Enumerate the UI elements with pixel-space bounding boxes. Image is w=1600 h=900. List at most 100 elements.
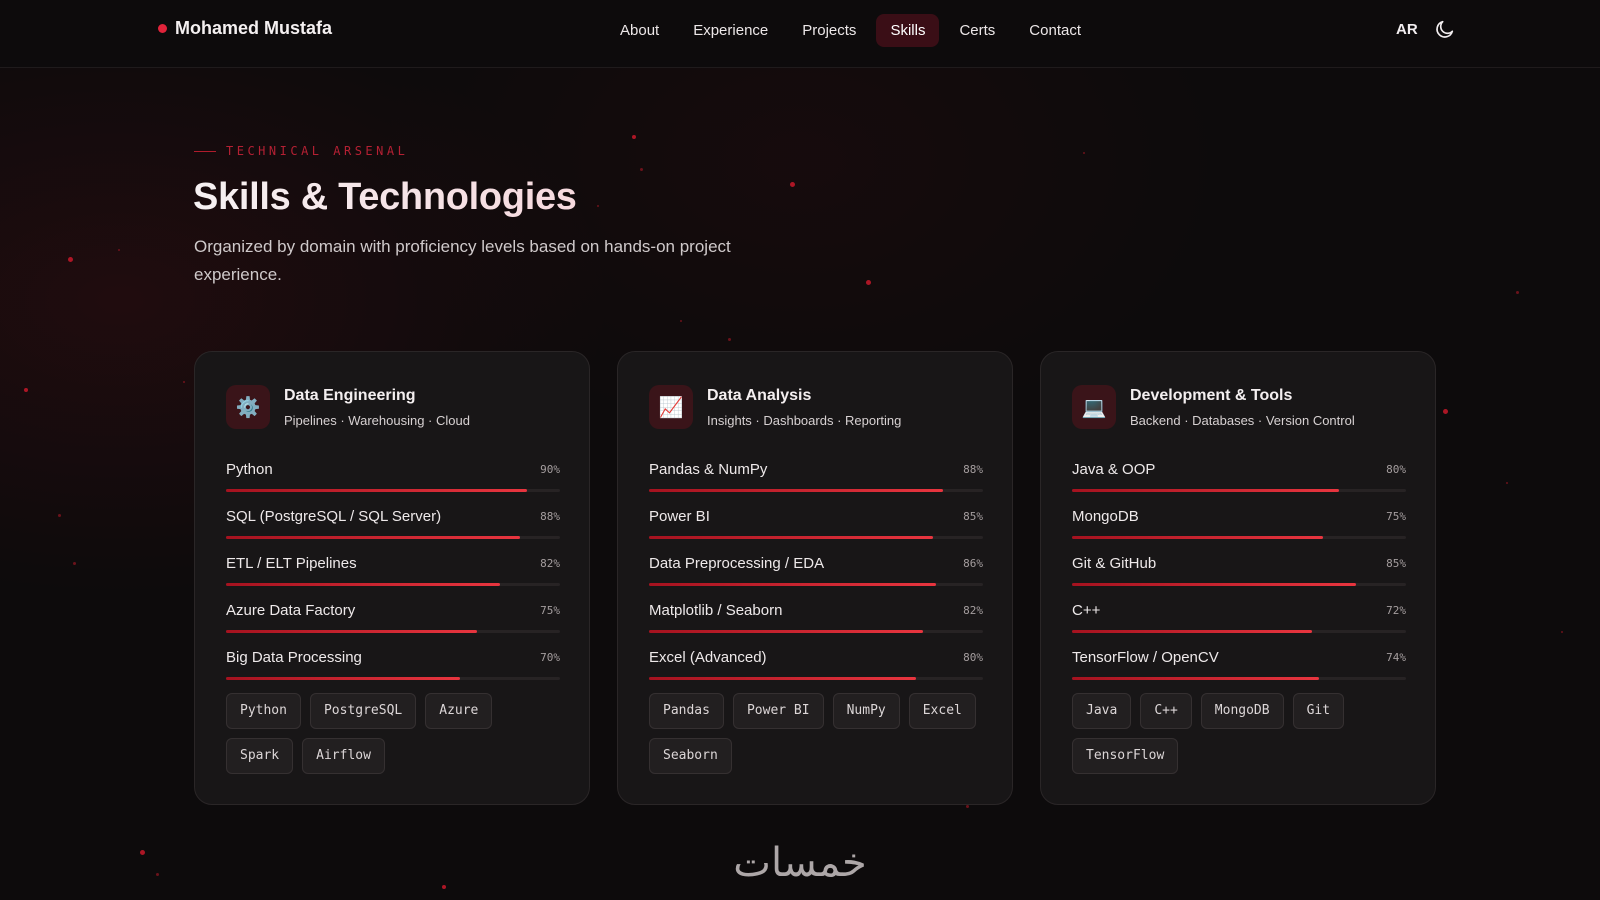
skill-name: Data Preprocessing / EDA	[649, 555, 825, 572]
progress-track	[1072, 583, 1406, 586]
tech-tag: C++	[1140, 693, 1192, 729]
skill-percent: 75%	[1386, 510, 1406, 523]
skill-percent: 82%	[540, 557, 560, 570]
card-subtitle: Insights · Dashboards · Reporting	[707, 413, 902, 428]
laptop-icon: 💻	[1072, 385, 1116, 429]
skill-percent: 90%	[540, 463, 560, 476]
skill-row: Data Preprocessing / EDA 86%	[649, 555, 983, 602]
skill-name: TensorFlow / OpenCV	[1072, 649, 1219, 666]
brand[interactable]: Mohamed Mustafa	[158, 18, 332, 39]
skill-percent: 75%	[540, 604, 560, 617]
skill-row: Java & OOP 80%	[1072, 461, 1406, 508]
khamsat-watermark-logo: خمسات	[733, 840, 866, 886]
progress-fill	[649, 583, 937, 586]
particle-dot	[597, 205, 599, 207]
moon-icon[interactable]	[1434, 18, 1456, 40]
progress-fill	[1072, 489, 1340, 492]
progress-fill	[226, 630, 477, 633]
skill-card-data-analysis: 📈 Data Analysis Insights · Dashboards · Re…	[617, 351, 1013, 805]
tech-tag: TensorFlow	[1072, 738, 1179, 774]
tech-tag: Python	[226, 693, 301, 729]
skill-percent: 88%	[540, 510, 560, 523]
card-header: 💻 Development & Tools Backend · Databases …	[1072, 385, 1355, 429]
particle-dot	[1506, 482, 1508, 484]
skill-row: Azure Data Factory 75%	[226, 602, 560, 649]
skill-card-development-tools: 💻 Development & Tools Backend · Databases …	[1040, 351, 1436, 805]
nav-actions: AR	[1396, 18, 1456, 40]
particle-dot	[640, 168, 643, 171]
card-header: ⚙️ Data Engineering Pipelines · Warehousin…	[226, 385, 470, 429]
particle-dot	[1083, 152, 1085, 154]
skill-row: MongoDB 75%	[1072, 508, 1406, 555]
progress-track	[649, 536, 983, 539]
page-subtitle: Organized by domain with proficiency lev…	[194, 237, 731, 284]
progress-fill	[649, 677, 917, 680]
skill-name: Git & GitHub	[1072, 555, 1157, 572]
tech-tag: Seaborn	[649, 738, 732, 774]
nav-link-about[interactable]: About	[606, 14, 673, 47]
card-heading: Development & Tools Backend · Databases ·…	[1130, 385, 1355, 429]
skill-row: Matplotlib / Seaborn 82%	[649, 602, 983, 649]
chart-icon: 📈	[649, 385, 693, 429]
nav-link-experience[interactable]: Experience	[679, 14, 782, 47]
language-toggle[interactable]: AR	[1396, 21, 1418, 38]
skill-percent: 85%	[1386, 557, 1406, 570]
particle-dot	[1443, 409, 1448, 414]
brand-dot	[158, 24, 167, 33]
skill-percent: 86%	[963, 557, 983, 570]
skill-name: Excel (Advanced)	[649, 649, 767, 666]
tech-tag: Git	[1292, 693, 1345, 729]
skill-percent: 80%	[963, 651, 983, 664]
progress-track	[1072, 630, 1406, 633]
skill-row: ETL / ELT Pipelines 82%	[226, 555, 560, 602]
particle-dot	[140, 850, 145, 855]
particle-dot	[680, 320, 682, 322]
skill-list: Python 90% SQL (PostgreSQL / SQL Server) 88…	[226, 461, 560, 696]
nav-link-certs[interactable]: Certs	[945, 14, 1009, 47]
skill-row: Power BI 85%	[649, 508, 983, 555]
skill-row: Git & GitHub 85%	[1072, 555, 1406, 602]
skill-name: MongoDB	[1072, 508, 1139, 525]
particle-dot	[1561, 631, 1563, 633]
skill-name: SQL (PostgreSQL / SQL Server)	[226, 508, 442, 525]
particle-dot	[58, 514, 61, 517]
tag-list: Pandas Power BI NumPy Excel Seaborn	[649, 693, 989, 774]
tag-list: Python PostgreSQL Azure Spark Airflow	[226, 693, 566, 774]
gear-icon: ⚙️	[226, 385, 270, 429]
tech-tag: Excel	[908, 693, 976, 729]
nav-link-contact[interactable]: Contact	[1015, 14, 1095, 47]
card-header: 📈 Data Analysis Insights · Dashboards · Re…	[649, 385, 901, 429]
tech-tag: Airflow	[302, 738, 385, 774]
particle-dot	[73, 562, 76, 565]
skill-row: Pandas & NumPy 88%	[649, 461, 983, 508]
particle-dot	[966, 805, 969, 808]
nav-link-projects[interactable]: Projects	[788, 14, 870, 47]
progress-track	[1072, 536, 1406, 539]
skill-card-data-engineering: ⚙️ Data Engineering Pipelines · Warehousin…	[194, 351, 590, 805]
skill-row: C++ 72%	[1072, 602, 1406, 649]
skill-name: ETL / ELT Pipelines	[226, 555, 357, 572]
particle-dot	[790, 182, 795, 187]
progress-fill	[1072, 630, 1313, 633]
progress-fill	[1072, 677, 1320, 680]
progress-track	[226, 536, 560, 539]
skill-row: TensorFlow / OpenCV 74%	[1072, 649, 1406, 696]
card-title: Data Analysis	[707, 387, 812, 404]
progress-track	[226, 489, 560, 492]
card-title: Development & Tools	[1130, 387, 1293, 404]
nav-link-skills[interactable]: Skills	[876, 14, 940, 47]
progress-track	[1072, 489, 1406, 492]
skill-row: Excel (Advanced) 80%	[649, 649, 983, 696]
particle-dot	[183, 381, 185, 383]
skill-row: Big Data Processing 70%	[226, 649, 560, 696]
progress-fill	[226, 489, 527, 492]
tech-tag: Java	[1072, 693, 1132, 729]
skill-name: Python	[226, 461, 273, 478]
skill-percent: 85%	[963, 510, 983, 523]
particle-dot	[1516, 291, 1519, 294]
skill-percent: 88%	[963, 463, 983, 476]
skill-name: Azure Data Factory	[226, 602, 356, 619]
card-title: Data Engineering	[284, 387, 416, 404]
skill-name: Big Data Processing	[226, 649, 362, 666]
progress-track	[1072, 677, 1406, 680]
